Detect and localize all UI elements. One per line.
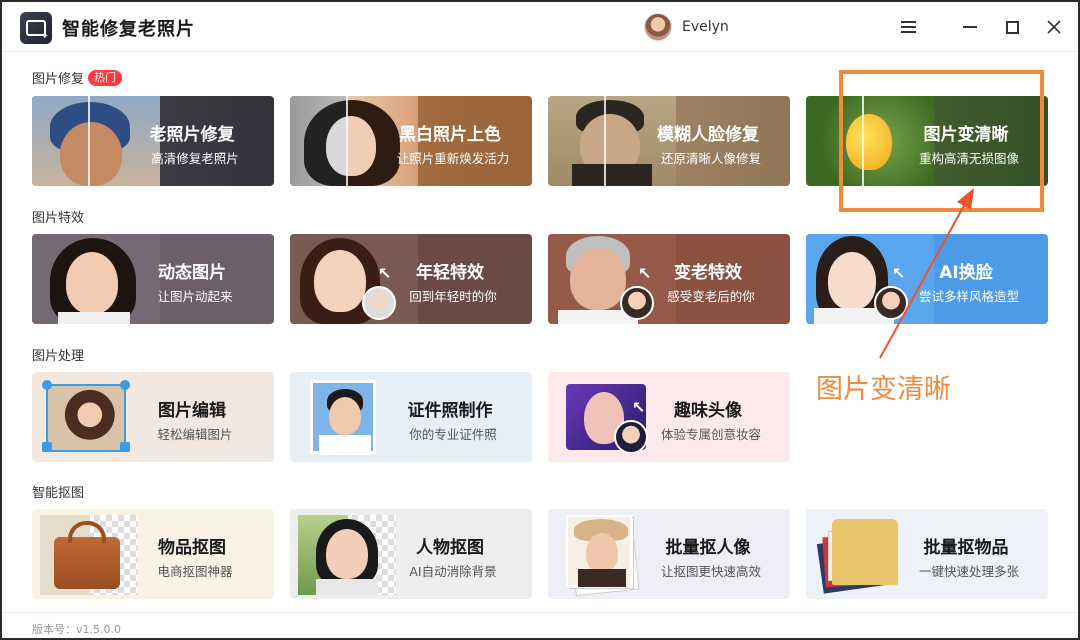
card-batch-object-subtitle: 一键快速处理多张 [918,564,1019,579]
menu-icon[interactable] [895,14,921,40]
card-animate-title: 动态图片 [158,263,226,283]
minimize-button[interactable] [957,14,983,40]
maximize-icon [1005,20,1019,34]
footer-divider [2,612,1078,613]
card-object-cut-title: 物品抠图 [158,538,226,558]
section-cutout: 智能抠图 [32,482,84,501]
card-fun-avatar-title: 趣味头像 [674,401,742,421]
card-fun-avatar[interactable]: ↖ 趣味头像 体验专属创意妆容 [548,372,790,462]
card-blur-face-title: 模糊人脸修复 [657,125,759,145]
section-cutout-label: 智能抠图 [32,486,85,501]
card-colorize[interactable]: 黑白照片上色 让照片重新焕发活力 [290,96,532,186]
title-bar: ✦ 智能修复老照片 Evelyn [2,2,1078,52]
close-icon [1047,20,1061,34]
card-younger-title: 年轻特效 [416,263,484,283]
card-id-photo-subtitle: 你的专业证件照 [409,427,497,442]
card-edit-subtitle: 轻松编辑图片 [157,427,233,442]
card-older-subtitle: 感受变老后的你 [667,289,755,304]
highlight-box [839,70,1044,212]
card-old-photo-title: 老照片修复 [149,125,235,145]
card-older-title: 变老特效 [674,263,742,283]
card-batch-person-title: 批量抠人像 [665,538,751,558]
card-id-photo-title: 证件照制作 [407,401,493,421]
section-effects-label: 图片特效 [32,211,85,226]
card-edit-title: 图片编辑 [158,401,226,421]
section-repair-label: 图片修复 [32,72,85,87]
card-faceswap-subtitle: 尝试多样风格造型 [918,289,1019,304]
section-repair: 图片修复 热门 [32,68,123,87]
card-person-cut-title: 人物抠图 [416,538,484,558]
resize-handle-icon [42,380,52,390]
user-profile[interactable]: Evelyn [644,13,729,41]
version-label: 版本号：v1.5.0.0 [32,623,121,636]
hot-badge: 热门 [88,69,123,86]
crop-handle-icon [120,442,130,452]
card-object-cut[interactable]: 物品抠图 电商抠图神器 [32,509,274,599]
app-window: ✦ 智能修复老照片 Evelyn 图片修复 热门 老照片修复 高清修复老照片 黑… [0,0,1080,640]
card-blur-face[interactable]: 模糊人脸修复 还原清晰人像修复 [548,96,790,186]
card-faceswap-title: AI换脸 [939,263,993,283]
water-drop-icon [120,380,130,390]
card-younger[interactable]: ↖ 年轻特效 回到年轻时的你 [290,234,532,324]
card-colorize-subtitle: 让照片重新焕发活力 [396,151,510,166]
crop-handle-icon [42,442,52,452]
card-batch-person-subtitle: 让抠图更快速高效 [660,564,761,579]
card-fun-avatar-subtitle: 体验专属创意妆容 [660,427,761,442]
card-id-photo[interactable]: 证件照制作 你的专业证件照 [290,372,532,462]
close-button[interactable] [1041,14,1067,40]
section-processing: 图片处理 [32,345,84,364]
app-logo-icon: ✦ [20,12,52,44]
card-animate[interactable]: 动态图片 让图片动起来 [32,234,274,324]
card-object-cut-subtitle: 电商抠图神器 [157,564,233,579]
card-batch-object-title: 批量抠物品 [923,538,1009,558]
card-faceswap[interactable]: ↖ AI换脸 尝试多样风格造型 [806,234,1048,324]
card-person-cut-subtitle: AI自动消除背景 [409,564,497,579]
card-older[interactable]: ↖ 变老特效 感受变老后的你 [548,234,790,324]
card-old-photo[interactable]: 老照片修复 高清修复老照片 [32,96,274,186]
app-title: 智能修复老照片 [62,19,195,40]
card-younger-subtitle: 回到年轻时的你 [409,289,497,304]
minimize-icon [963,26,977,28]
maximize-button[interactable] [999,14,1025,40]
card-blur-face-subtitle: 还原清晰人像修复 [660,151,761,166]
card-old-photo-subtitle: 高清修复老照片 [151,151,239,166]
annotation-label: 图片变清晰 [816,374,951,405]
card-animate-subtitle: 让图片动起来 [157,289,233,304]
section-effects: 图片特效 [32,207,84,226]
card-colorize-title: 黑白照片上色 [399,125,501,145]
card-batch-person[interactable]: 批量抠人像 让抠图更快速高效 [548,509,790,599]
avatar[interactable] [644,13,672,41]
user-name: Evelyn [682,19,729,35]
card-edit[interactable]: 图片编辑 轻松编辑图片 [32,372,274,462]
card-batch-object[interactable]: 批量抠物品 一键快速处理多张 [806,509,1048,599]
section-processing-label: 图片处理 [32,349,85,364]
card-person-cut[interactable]: 人物抠图 AI自动消除背景 [290,509,532,599]
